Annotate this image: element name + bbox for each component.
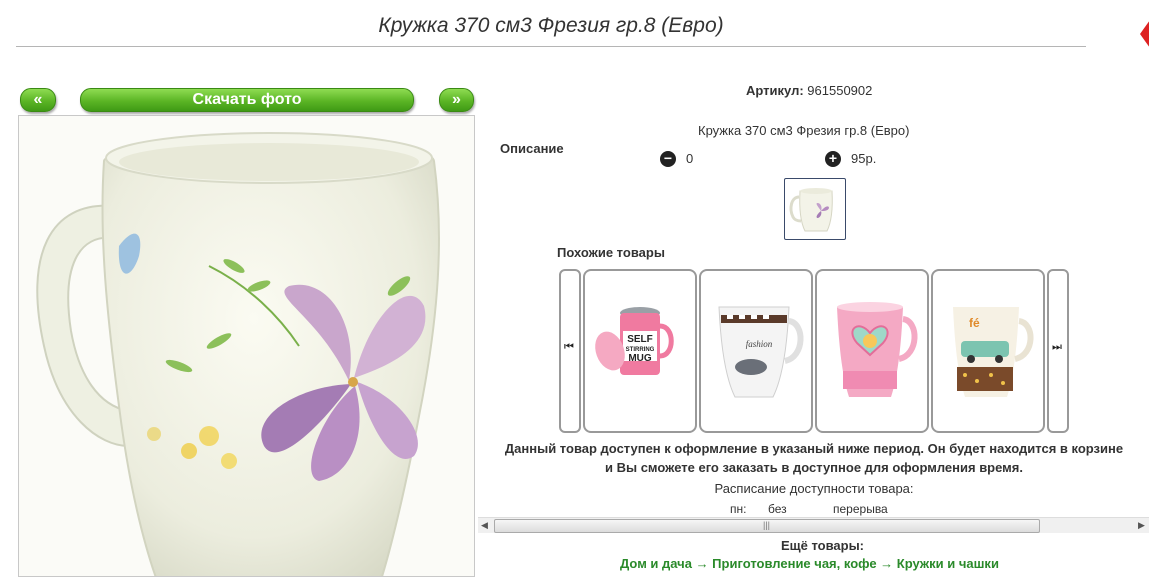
availability-notice: Данный товар доступен к оформление в ука… [504, 441, 1124, 475]
product-photo [18, 115, 475, 577]
grip-icon: ||| [763, 520, 771, 530]
svg-text:SELF: SELF [627, 334, 653, 345]
article-label: Артикул: [746, 83, 804, 98]
schedule-day: пн: [730, 502, 747, 516]
category-breadcrumb[interactable]: Дом и дача → Приготовление чая, кофе → К… [620, 556, 999, 571]
carousel-next-button[interactable]: ⏭ [1047, 269, 1069, 433]
article-number: Артикул: 961550902 [746, 83, 872, 98]
scrollbar-thumb[interactable]: ||| [494, 519, 1040, 533]
mug-image [36, 132, 440, 576]
svg-text:fashion: fashion [746, 339, 773, 349]
description-label: Описание [500, 141, 564, 156]
minus-icon[interactable]: − [660, 151, 676, 167]
download-photo-button[interactable]: Скачать фото [80, 88, 414, 112]
description-text: Кружка 370 см3 Фрезия гр.8 (Евро) [698, 123, 910, 138]
page-title: Кружка 370 см3 Фрезия гр.8 (Евро) [378, 14, 724, 37]
product-thumbnail[interactable] [784, 178, 846, 240]
thumbnail-mug-image [789, 188, 833, 232]
more-products-label: Ещё товары: [780, 538, 865, 553]
similar-item-car-mug[interactable]: fé [931, 269, 1045, 433]
article-value: 961550902 [807, 83, 873, 98]
pink-heart-mug-image [837, 302, 918, 397]
car-mug-image: fé [953, 307, 1034, 397]
schedule-to: перерыва [833, 502, 888, 516]
schedule-title: Расписание доступности товара: [714, 481, 914, 496]
next-photo-button[interactable]: » [439, 88, 474, 112]
similar-item-pink-heart-mug[interactable] [815, 269, 929, 433]
horizontal-scrollbar[interactable]: ◀ ||| ▶ [478, 517, 1149, 533]
svg-text:MUG: MUG [628, 353, 652, 364]
carousel-prev-button[interactable]: ⏮ [559, 269, 581, 433]
similar-item-self-stirring-mug[interactable]: SELF STIRRING MUG [583, 269, 697, 433]
title-divider [16, 46, 1086, 47]
prev-photo-button[interactable]: « [20, 88, 56, 112]
quantity-value: 0 [686, 151, 694, 166]
scroll-right-icon[interactable]: ▶ [1138, 520, 1145, 531]
scroll-left-icon[interactable]: ◀ [481, 520, 488, 531]
self-stirring-mug-image: SELF STIRRING MUG [595, 307, 674, 375]
similar-products-label: Похожие товары [557, 245, 665, 260]
skip-forward-icon: ⏭ [1052, 341, 1062, 353]
schedule-from: без [768, 502, 787, 516]
price: 95р. [851, 151, 877, 166]
side-tab-icon[interactable] [1140, 20, 1149, 48]
similar-item-fashion-mug[interactable]: fashion [699, 269, 813, 433]
plus-icon[interactable]: + [825, 151, 841, 167]
skip-back-icon: ⏮ [564, 341, 574, 353]
fashion-mug-image: fashion [718, 306, 804, 398]
svg-text:fé: fé [969, 316, 980, 330]
